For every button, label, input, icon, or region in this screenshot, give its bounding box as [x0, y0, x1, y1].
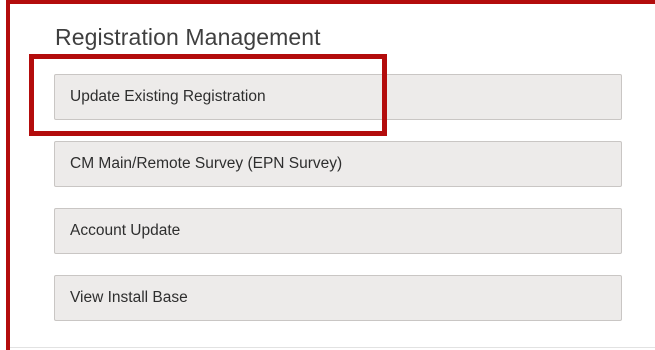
- panel-bottom-divider: [10, 347, 655, 348]
- page-title: Registration Management: [55, 24, 321, 50]
- update-existing-registration-button[interactable]: Update Existing Registration: [54, 74, 622, 120]
- panel-top-accent-border: [6, 0, 655, 4]
- view-install-base-button[interactable]: View Install Base: [54, 275, 622, 321]
- registration-management-screen: Registration Management Update Existing …: [0, 0, 655, 350]
- account-update-button[interactable]: Account Update: [54, 208, 622, 254]
- cm-main-remote-survey-button[interactable]: CM Main/Remote Survey (EPN Survey): [54, 141, 622, 187]
- panel-left-accent-border: [6, 0, 10, 350]
